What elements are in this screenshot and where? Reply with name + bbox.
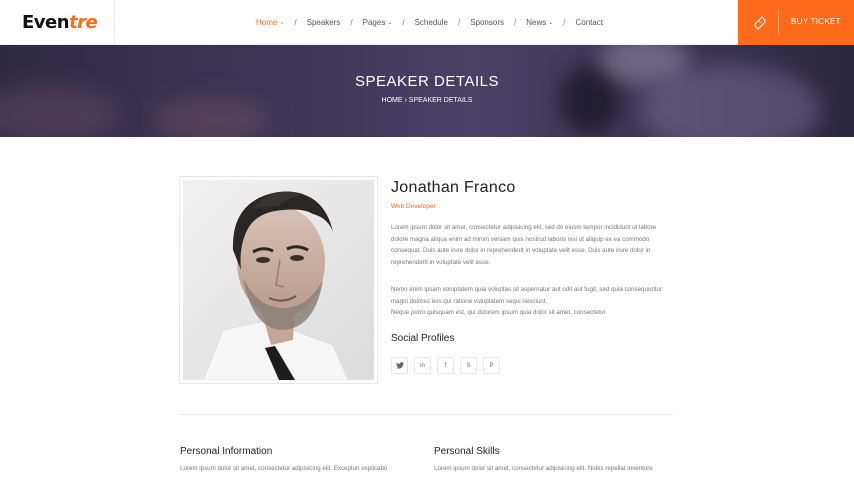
speaker-bio-line: Neque porro quisquam est, qui dolorem ip… xyxy=(391,309,606,316)
speaker-bio-extra: Nemo enim ipsam voluptatem quia voluptas… xyxy=(391,284,673,319)
speaker-photo-frame xyxy=(179,176,378,384)
nav-separator: / xyxy=(294,18,297,27)
page-banner: SPEAKER DETAILS HOME › SPEAKER DETAILS xyxy=(0,45,854,137)
nav-separator: / xyxy=(563,18,566,27)
buy-ticket-label: BUY TICKET xyxy=(791,17,841,26)
speaker-name: Jonathan Franco xyxy=(391,179,516,196)
nav-item-home[interactable]: Home ⌄ xyxy=(256,18,284,27)
speaker-role: Web Developer xyxy=(391,203,436,210)
breadcrumb-separator: › xyxy=(404,97,407,104)
social-profiles-heading: Social Profiles xyxy=(391,333,455,344)
logo-link[interactable]: Eventre xyxy=(0,0,115,45)
speaker-bio: Lorem ipsum dolor sit amet, consectetur … xyxy=(391,224,657,266)
nav-separator: / xyxy=(350,18,353,27)
nav-item-sponsors[interactable]: Sponsors xyxy=(470,18,504,27)
speaker-photo xyxy=(183,180,374,380)
skype-icon[interactable]: S xyxy=(460,357,477,374)
nav-separator: / xyxy=(457,18,461,27)
personal-skills-heading: Personal Skills xyxy=(434,446,500,457)
pinterest-icon[interactable]: P xyxy=(483,357,500,374)
banner-bg-shape xyxy=(0,85,120,137)
button-divider xyxy=(778,10,779,35)
site-header: Eventre Home ⌄ / Speakers / Pages ⌄ / Sche… xyxy=(0,0,854,45)
chevron-down-icon: ⌄ xyxy=(548,20,554,26)
chevron-down-icon: ⌄ xyxy=(387,20,393,26)
nav-item-contact[interactable]: Contact xyxy=(576,18,604,27)
facebook-icon[interactable]: f xyxy=(437,357,454,374)
chevron-down-icon: ⌄ xyxy=(279,20,285,26)
breadcrumb-home[interactable]: HOME xyxy=(382,97,403,104)
main-nav: Home ⌄ / Speakers / Pages ⌄ / Schedule / S… xyxy=(256,0,603,45)
nav-separator: / xyxy=(513,18,517,27)
breadcrumb: HOME › SPEAKER DETAILS xyxy=(0,97,854,104)
page-title: SPEAKER DETAILS xyxy=(355,73,499,90)
nav-separator: / xyxy=(402,18,405,27)
speaker-bio-line: Nemo enim ipsam voluptatem quia voluptas… xyxy=(391,286,663,305)
section-divider xyxy=(179,414,673,415)
personal-information-heading: Personal Information xyxy=(180,446,273,457)
nav-item-news[interactable]: News ⌄ xyxy=(526,18,553,27)
nav-item-pages[interactable]: Pages ⌄ xyxy=(363,18,393,27)
buy-ticket-button[interactable]: BUY TICKET xyxy=(738,0,854,45)
personal-information-text: Lorem ipsum dolor sit amet, consectetur … xyxy=(180,465,388,472)
ticket-icon xyxy=(754,16,766,30)
personal-skills-text: Lorem ipsum dolor sit amet, consectetur … xyxy=(434,465,653,472)
nav-item-speakers[interactable]: Speakers xyxy=(307,18,341,27)
linkedin-icon[interactable]: in xyxy=(414,357,431,374)
breadcrumb-current: SPEAKER DETAILS xyxy=(408,97,473,104)
logo: Eventre xyxy=(22,12,98,33)
twitter-icon[interactable] xyxy=(391,357,408,374)
nav-item-schedule[interactable]: Schedule xyxy=(415,18,448,27)
social-links: in f S P xyxy=(391,357,500,374)
